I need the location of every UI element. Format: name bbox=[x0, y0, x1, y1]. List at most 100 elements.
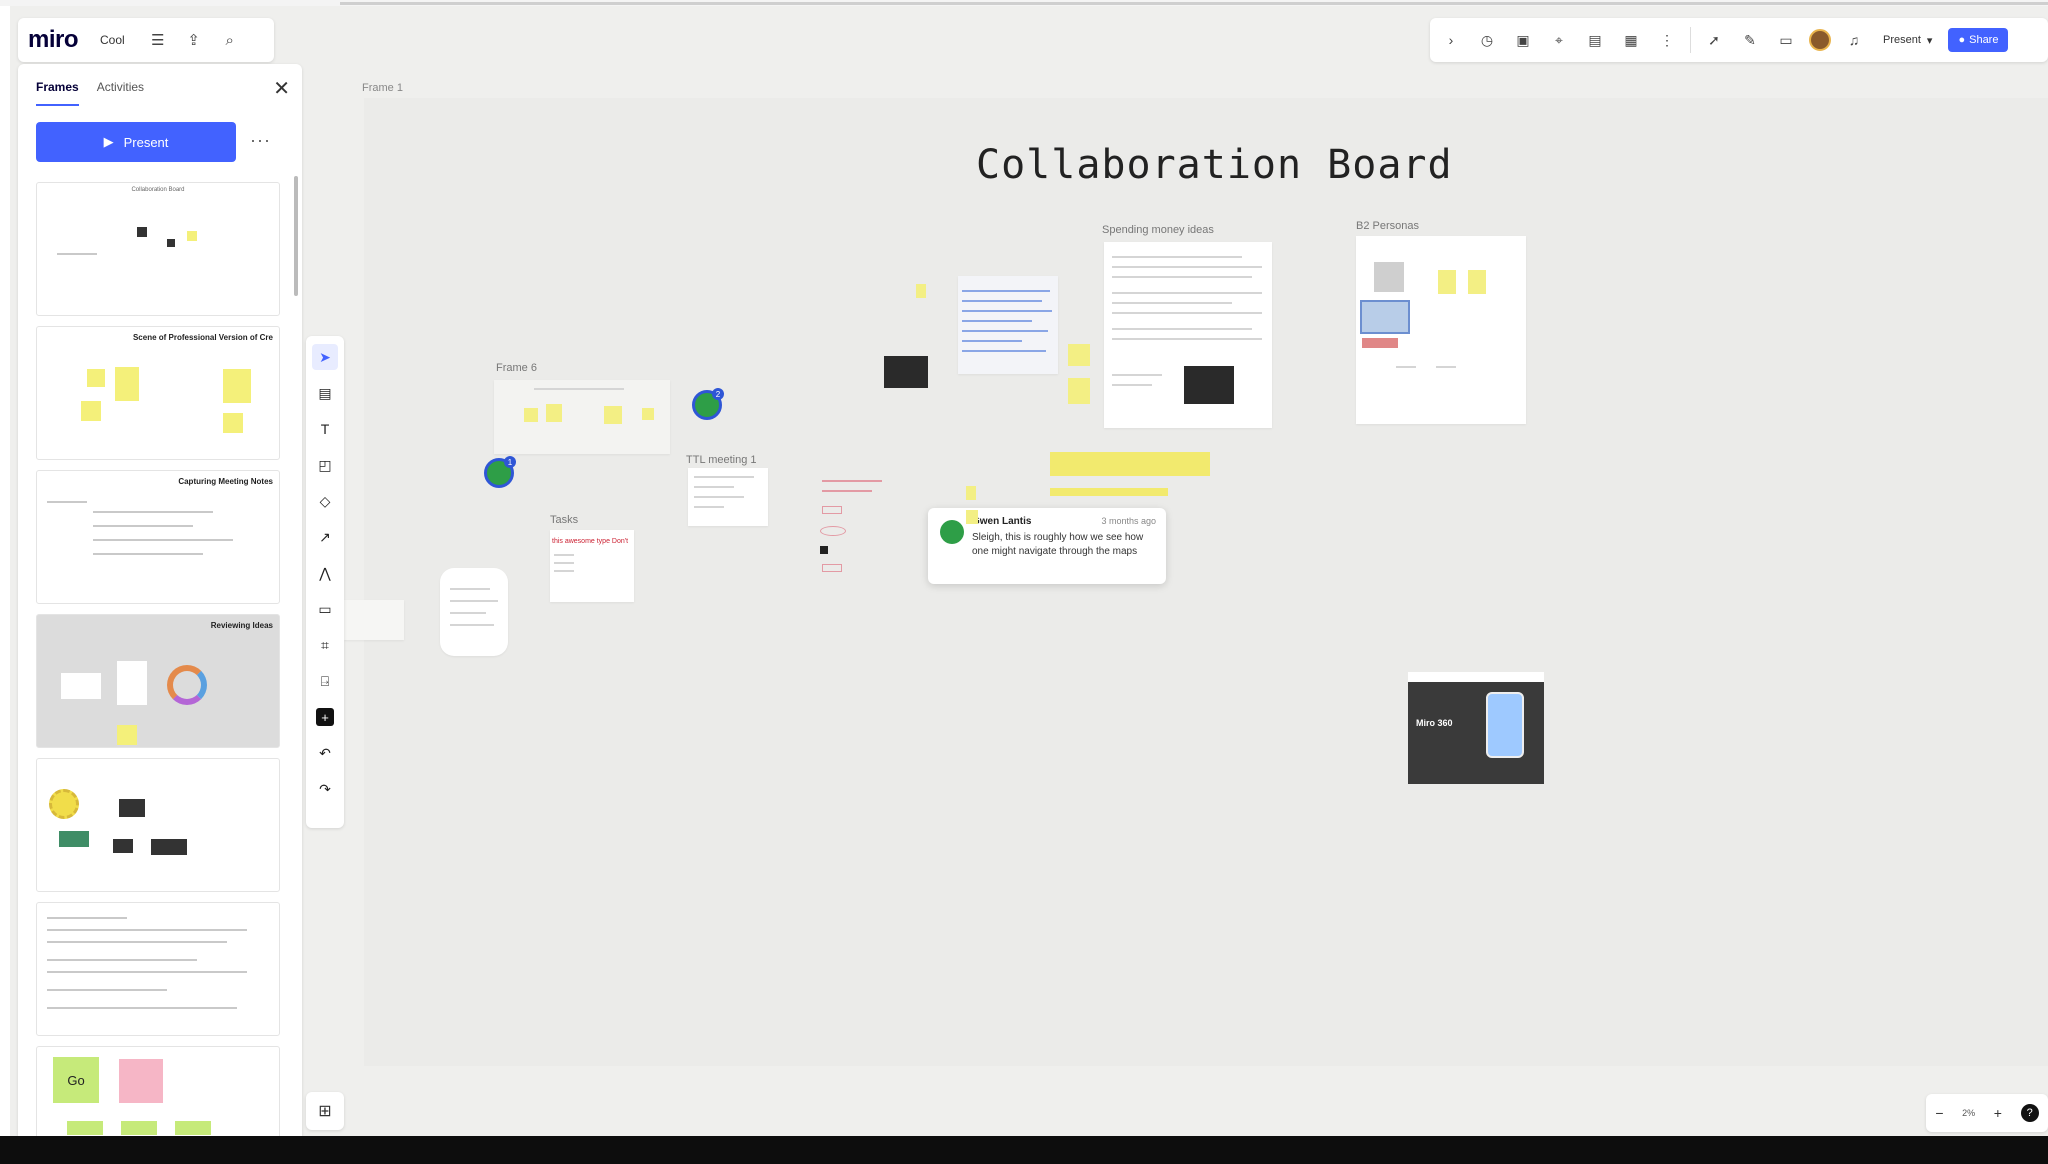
add-icon[interactable]: + bbox=[312, 704, 338, 730]
meeting-label[interactable]: TTL meeting 1 bbox=[686, 454, 757, 466]
scrollbar[interactable] bbox=[294, 176, 298, 296]
board-icon[interactable]: ▭ bbox=[1773, 29, 1799, 51]
shapes-icon[interactable]: ◇ bbox=[312, 488, 338, 514]
present-dropdown[interactable]: Present ▾ bbox=[1877, 34, 1938, 47]
comment-avatar bbox=[940, 520, 964, 544]
frame-thumbnail[interactable]: Collaboration Board bbox=[36, 182, 280, 316]
sticky-note[interactable] bbox=[966, 510, 978, 524]
zoom-out-button[interactable]: − bbox=[1935, 1105, 1943, 1121]
yellow-note[interactable] bbox=[1050, 452, 1210, 476]
miro-app: Frame 1 Collaboration Board Frame 6 1 2 … bbox=[10, 6, 2048, 1136]
comment-author: Gwen Lantis bbox=[972, 516, 1032, 527]
notes-icon[interactable]: ▤ bbox=[1582, 29, 1608, 51]
redo-icon[interactable]: ↷ bbox=[312, 776, 338, 802]
video-progress-fill bbox=[340, 2, 2048, 5]
meeting-notes[interactable] bbox=[688, 468, 768, 526]
comment-time: 3 months ago bbox=[1101, 516, 1156, 526]
select-icon[interactable]: ➤ bbox=[312, 344, 338, 370]
chevron-down-icon: ▾ bbox=[1926, 34, 1933, 47]
table-icon[interactable]: ▦ bbox=[1618, 29, 1644, 51]
upload-icon[interactable]: ⍈ bbox=[312, 668, 338, 694]
flowchart[interactable] bbox=[816, 466, 896, 616]
video-thumbnail[interactable] bbox=[884, 356, 928, 388]
more-options-button[interactable]: ··· bbox=[250, 130, 271, 151]
pen-icon[interactable]: ⋀ bbox=[312, 560, 338, 586]
close-icon[interactable]: ✕ bbox=[273, 76, 290, 101]
frame-label[interactable]: Frame 1 bbox=[362, 82, 403, 94]
sticky-icon[interactable]: ▣ bbox=[1510, 29, 1536, 51]
chevron-icon[interactable]: › bbox=[1438, 29, 1464, 51]
frame6[interactable] bbox=[494, 380, 670, 454]
personas-label[interactable]: B2 Personas bbox=[1356, 220, 1419, 232]
frame6-label[interactable]: Frame 6 bbox=[496, 362, 537, 374]
present-button[interactable]: ▶ Present bbox=[36, 122, 236, 162]
help-button[interactable]: ? bbox=[2020, 1104, 2039, 1122]
sticky-note[interactable] bbox=[1068, 344, 1090, 366]
creation-toolbar: ➤ ▤ T ◰ ◇ ↗ ⋀ ▭ ⌗ ⍈ + ↶ ↷ bbox=[306, 336, 344, 828]
sticky-note[interactable] bbox=[916, 284, 926, 298]
frame-thumbnail[interactable] bbox=[36, 902, 280, 1036]
tab-activities[interactable]: Activities bbox=[97, 80, 144, 106]
ad-image[interactable]: Miro 360 bbox=[1408, 672, 1544, 784]
marketing-label[interactable]: Spending money ideas bbox=[1102, 224, 1214, 236]
share-icon: ● bbox=[1958, 34, 1966, 46]
thumb-title: Capturing Meeting Notes bbox=[178, 477, 273, 486]
comment-popup[interactable]: Gwen Lantis 3 months ago Sleigh, this is… bbox=[928, 508, 1166, 584]
present-button-label: Present bbox=[123, 134, 169, 150]
reaction-icon[interactable]: ➚ bbox=[1701, 29, 1727, 51]
sticky-note-icon[interactable]: ◰ bbox=[312, 452, 338, 478]
frame-thumbnail[interactable] bbox=[36, 758, 280, 892]
timer-icon[interactable]: ◷ bbox=[1474, 29, 1500, 51]
menu-icon[interactable]: ☰ bbox=[147, 29, 169, 51]
top-right-toolbar: › ◷ ▣ ⌖ ▤ ▦ ⋮ ➚ ✎ ▭ ♫ Present ▾ ● Share bbox=[1430, 18, 2048, 62]
apps-grid-icon[interactable]: ⊞ bbox=[306, 1092, 344, 1130]
connector-icon[interactable]: ↗ bbox=[312, 524, 338, 550]
text-icon[interactable]: T bbox=[312, 416, 338, 442]
comment-icon[interactable]: ▭ bbox=[312, 596, 338, 622]
zoom-in-button[interactable]: + bbox=[1994, 1105, 2002, 1121]
avatar[interactable] bbox=[1809, 29, 1831, 51]
go-sticky: Go bbox=[53, 1057, 99, 1103]
divider bbox=[1690, 27, 1691, 53]
search-icon[interactable]: ⌕ bbox=[219, 29, 241, 51]
small-note[interactable] bbox=[344, 600, 404, 640]
frame-thumbnail[interactable]: Scene of Professional Version of Cre bbox=[36, 326, 280, 460]
upload-icon[interactable]: ⇪ bbox=[183, 29, 205, 51]
top-left-toolbar: miro Cool ☰ ⇪ ⌕ bbox=[18, 18, 274, 62]
bottom-bar bbox=[0, 1136, 2048, 1164]
thumb-title: Collaboration Board bbox=[131, 187, 185, 193]
tasks-label[interactable]: Tasks bbox=[550, 514, 578, 526]
yellow-note[interactable] bbox=[1050, 488, 1168, 496]
zoom-controls: − 2% + ? bbox=[1926, 1094, 2048, 1132]
undo-icon[interactable]: ↶ bbox=[312, 740, 338, 766]
tab-frames[interactable]: Frames bbox=[36, 80, 79, 106]
video-progress-rail[interactable] bbox=[0, 0, 2048, 6]
share-button[interactable]: ● Share bbox=[1948, 28, 2009, 52]
link-list-doc[interactable] bbox=[958, 276, 1058, 374]
frame-thumbnail[interactable]: Reviewing Ideas bbox=[36, 614, 280, 748]
handwriting-text: this awesome type Don't bbox=[552, 538, 629, 545]
marketing-doc[interactable] bbox=[1104, 242, 1272, 428]
frame-thumbnail[interactable]: Capturing Meeting Notes bbox=[36, 470, 280, 604]
frame-thumbnail[interactable]: Go bbox=[36, 1046, 280, 1136]
board-name[interactable]: Cool bbox=[92, 31, 133, 49]
personas-doc[interactable] bbox=[1356, 236, 1526, 424]
agenda-doc[interactable] bbox=[440, 568, 508, 656]
phone-image bbox=[1486, 692, 1524, 758]
sticky-note[interactable] bbox=[1068, 378, 1090, 404]
more-icon[interactable]: ⋮ bbox=[1654, 29, 1680, 51]
tasks-card[interactable]: this awesome type Don't bbox=[550, 530, 634, 602]
zoom-level[interactable]: 2% bbox=[1962, 1108, 1975, 1118]
cursor-badge: 1 bbox=[504, 456, 516, 468]
share-label: Share bbox=[1969, 34, 1999, 46]
bell-icon[interactable]: ♫ bbox=[1841, 29, 1867, 51]
frame-icon[interactable]: ⌗ bbox=[312, 632, 338, 658]
miro-logo[interactable]: miro bbox=[28, 26, 79, 54]
ad-text: Miro 360 bbox=[1416, 718, 1453, 728]
template-icon[interactable]: ▤ bbox=[312, 380, 338, 406]
thumb-title: Scene of Professional Version of Cre bbox=[132, 333, 273, 342]
focus-icon[interactable]: ⌖ bbox=[1546, 29, 1572, 51]
board-title[interactable]: Collaboration Board bbox=[976, 142, 1453, 188]
pen-icon[interactable]: ✎ bbox=[1737, 29, 1763, 51]
sticky-note[interactable] bbox=[966, 486, 976, 500]
